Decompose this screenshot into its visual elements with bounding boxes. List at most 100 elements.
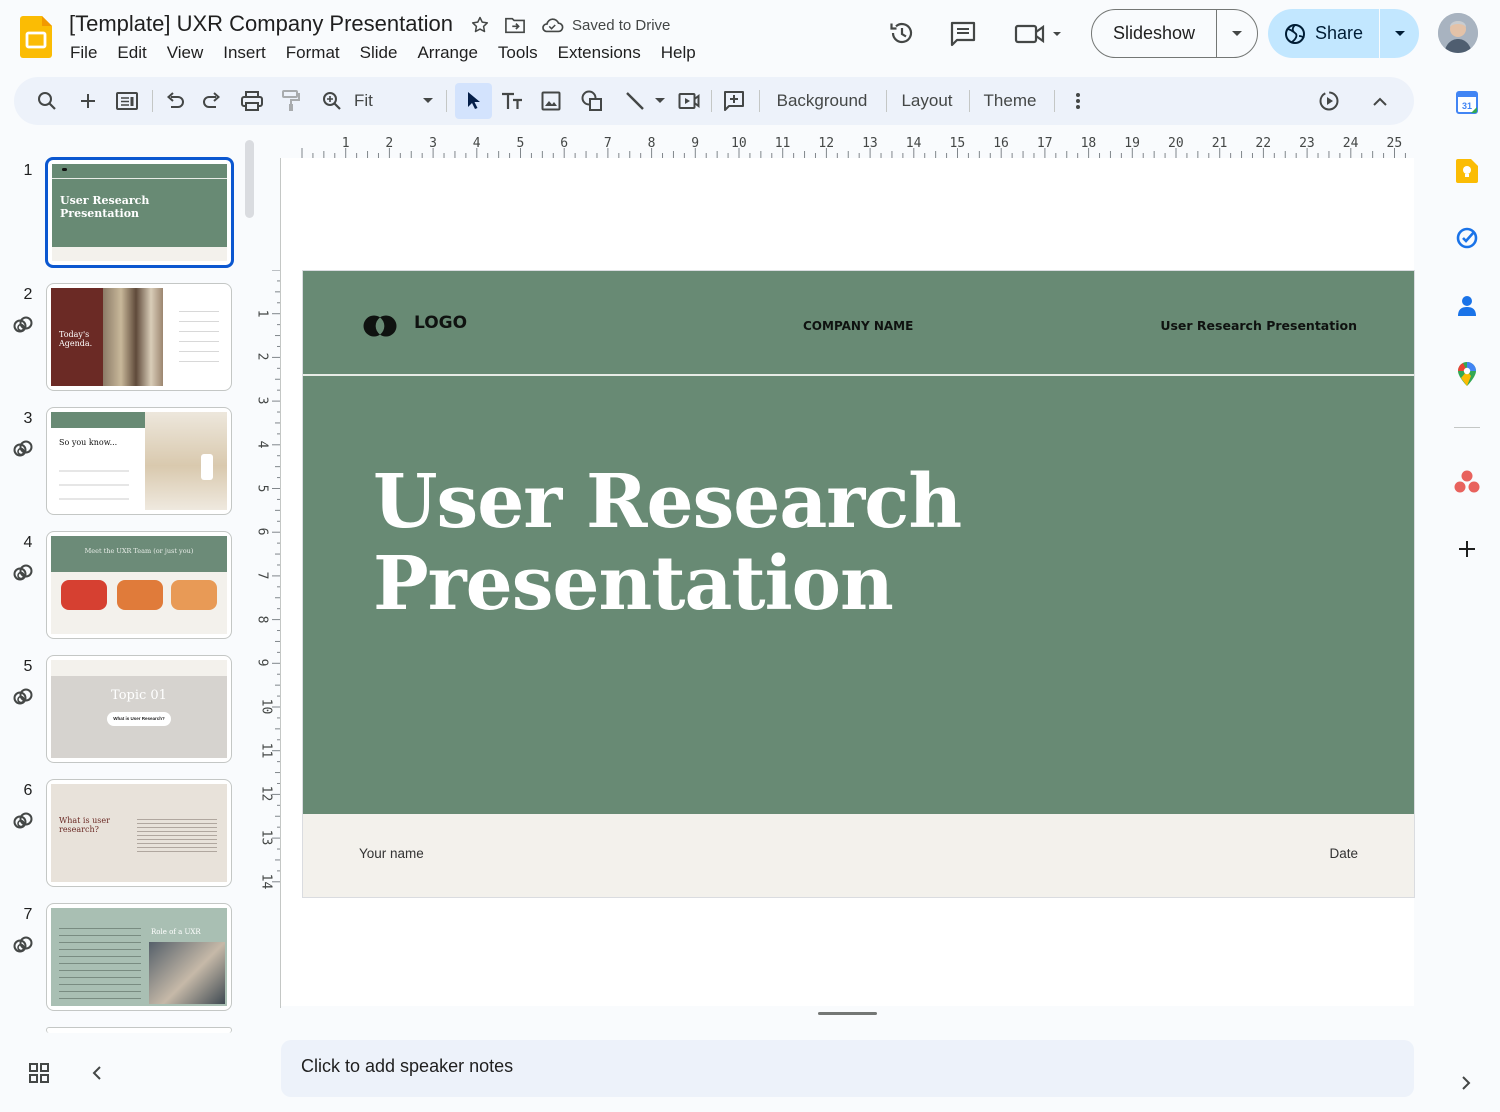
- background-button[interactable]: Background: [772, 77, 872, 125]
- slideshow-button[interactable]: Slideshow: [1091, 9, 1258, 58]
- slide-title-line-1: User Research: [373, 459, 962, 545]
- link-icon: [12, 314, 34, 336]
- zoom-level[interactable]: Fit: [354, 77, 384, 125]
- slides-app-icon[interactable]: [20, 16, 52, 58]
- notes-resize-handle[interactable]: [818, 1012, 877, 1015]
- slide-company-name[interactable]: COMPANY NAME: [803, 319, 913, 333]
- menu-extensions[interactable]: Extensions: [548, 42, 651, 64]
- share-dropdown-icon[interactable]: [1380, 30, 1419, 38]
- filmstrip-scrollbar[interactable]: [245, 140, 254, 218]
- new-slide-icon[interactable]: [74, 77, 102, 125]
- search-menus-icon[interactable]: [32, 77, 62, 125]
- keep-icon[interactable]: [1456, 159, 1478, 183]
- expand-side-panel-icon[interactable]: [1460, 1075, 1472, 1091]
- slideshow-label[interactable]: Slideshow: [1092, 23, 1216, 44]
- theme-button[interactable]: Theme: [980, 77, 1040, 125]
- speaker-notes-placeholder[interactable]: Click to add speaker notes: [301, 1056, 513, 1077]
- link-icon: [12, 562, 34, 584]
- grid-view-icon[interactable]: [28, 1062, 50, 1084]
- shape-icon[interactable]: [576, 77, 608, 125]
- slide-layout-icon[interactable]: [112, 77, 142, 125]
- redo-icon[interactable]: [197, 77, 227, 125]
- zoom-dropdown-icon[interactable]: [420, 77, 436, 125]
- calendar-icon[interactable]: 31: [1456, 90, 1478, 114]
- slide-your-name[interactable]: Your name: [359, 846, 424, 861]
- select-tool-icon[interactable]: [455, 83, 492, 119]
- link-icon: [12, 934, 34, 956]
- ruler-label: 12: [258, 786, 274, 802]
- text-box-icon[interactable]: [496, 77, 528, 125]
- undo-icon[interactable]: [160, 77, 190, 125]
- share-button[interactable]: Share: [1268, 9, 1419, 58]
- maps-icon[interactable]: [1458, 362, 1476, 386]
- ruler-label: 20: [1168, 136, 1184, 151]
- menu-file[interactable]: File: [60, 42, 107, 64]
- ruler-label: 5: [516, 136, 525, 151]
- slide-thumbnail-2[interactable]: Today's Agenda.: [46, 283, 232, 391]
- line-icon[interactable]: [618, 77, 652, 125]
- insert-image-icon[interactable]: [536, 77, 566, 125]
- slide-title[interactable]: User Research Presentation: [373, 461, 1073, 625]
- layout-button[interactable]: Layout: [896, 77, 958, 125]
- menu-help[interactable]: Help: [651, 42, 706, 64]
- ruler-label: 3: [254, 396, 270, 405]
- logo-mark-icon[interactable]: [363, 315, 399, 337]
- version-history-icon[interactable]: [888, 19, 916, 47]
- avatar[interactable]: [1438, 13, 1478, 53]
- slide-thumbnail-1[interactable]: User Research Presentation: [45, 157, 234, 268]
- link-icon: [12, 686, 34, 708]
- document-title[interactable]: [Template] UXR Company Presentation: [69, 11, 453, 37]
- ruler-label: 2: [254, 352, 270, 361]
- menu-format[interactable]: Format: [276, 42, 350, 64]
- print-icon[interactable]: [237, 77, 267, 125]
- slide-thumbnail-5[interactable]: Topic 01 What is User Research?: [46, 655, 232, 763]
- add-comment-icon[interactable]: [719, 77, 749, 125]
- collapse-filmstrip-icon[interactable]: [90, 1065, 104, 1081]
- cloud-saved-icon[interactable]: [540, 16, 564, 34]
- ruler-label: 15: [949, 136, 966, 151]
- ruler-label: 24: [1342, 136, 1359, 151]
- slide-logo-text[interactable]: LOGO: [414, 313, 467, 333]
- thumb-5-title: Topic 01: [111, 688, 167, 703]
- slideshow-dropdown-icon[interactable]: [1217, 30, 1257, 38]
- menu-insert[interactable]: Insert: [213, 42, 276, 64]
- thumb-6-title: What is user research?: [59, 816, 110, 834]
- slide-thumbnail-7[interactable]: Role of a UXR: [46, 903, 232, 1011]
- ruler-label: 3: [429, 136, 437, 151]
- menu-tools[interactable]: Tools: [488, 42, 548, 64]
- ruler-label: 25: [1386, 136, 1403, 151]
- menu-arrange[interactable]: Arrange: [407, 42, 487, 64]
- link-icon: [12, 438, 34, 460]
- zoom-icon[interactable]: [317, 77, 347, 125]
- insert-video-icon[interactable]: [674, 77, 704, 125]
- move-folder-icon[interactable]: [504, 15, 526, 35]
- animation-icon[interactable]: [1314, 77, 1344, 125]
- paint-format-icon[interactable]: [276, 77, 306, 125]
- slide-presentation-label[interactable]: User Research Presentation: [1160, 318, 1357, 333]
- slide-1[interactable]: LOGO COMPANY NAME User Research Presenta…: [302, 270, 1415, 898]
- slide-thumbnail-4[interactable]: Meet the UXR Team (or just you): [46, 531, 232, 639]
- slide-number: 3: [23, 410, 33, 427]
- meet-camera-icon[interactable]: [1014, 22, 1064, 46]
- line-dropdown-icon[interactable]: [652, 77, 668, 125]
- slide-date[interactable]: Date: [1329, 846, 1358, 861]
- svg-text:31: 31: [1462, 101, 1472, 111]
- contacts-icon[interactable]: [1458, 295, 1476, 317]
- star-icon[interactable]: [470, 15, 490, 35]
- slide-thumbnail-8[interactable]: [46, 1027, 232, 1033]
- ruler-label: 23: [1299, 136, 1315, 151]
- tasks-icon[interactable]: [1456, 227, 1478, 249]
- asana-addon-icon[interactable]: [1454, 470, 1480, 494]
- slide-thumbnail-6[interactable]: What is user research?: [46, 779, 232, 887]
- menu-slide[interactable]: Slide: [350, 42, 408, 64]
- saved-status: Saved to Drive: [572, 16, 671, 34]
- get-addons-icon[interactable]: [1458, 540, 1476, 558]
- menu-view[interactable]: View: [157, 42, 214, 64]
- slide-thumbnail-3[interactable]: So you know...: [46, 407, 232, 515]
- menu-edit[interactable]: Edit: [107, 42, 156, 64]
- comments-icon[interactable]: [949, 20, 977, 48]
- collapse-toolbar-icon[interactable]: [1368, 77, 1392, 125]
- ruler-label: 14: [905, 136, 922, 151]
- speaker-notes[interactable]: Click to add speaker notes: [281, 1040, 1414, 1097]
- more-options-icon[interactable]: [1066, 77, 1090, 125]
